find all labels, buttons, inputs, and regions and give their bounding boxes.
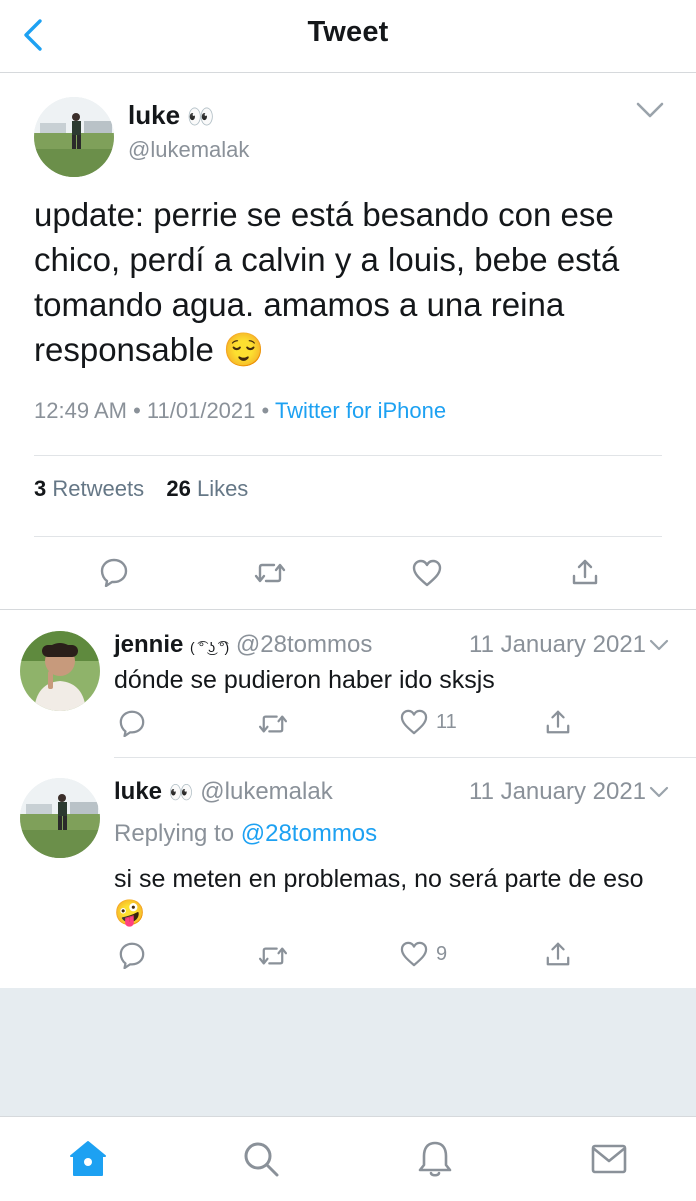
reply-date: 11 January 2021	[469, 778, 647, 805]
divider	[0, 609, 696, 610]
replying-to: Replying to @28tommos	[114, 820, 377, 848]
replying-to-link[interactable]: @28tommos	[241, 820, 377, 847]
reply-icon[interactable]	[118, 941, 146, 969]
like-count: 11	[436, 710, 457, 733]
messages-icon[interactable]	[587, 1137, 631, 1181]
reply-author-handle[interactable]: @lukemalak	[200, 778, 332, 805]
chevron-down-icon[interactable]	[649, 639, 669, 651]
tweet-date: 11/01/2021	[146, 398, 256, 423]
reply-icon[interactable]	[99, 557, 129, 587]
search-icon[interactable]	[239, 1137, 283, 1181]
share-icon[interactable]	[545, 941, 571, 967]
chevron-down-icon[interactable]	[649, 786, 669, 798]
retweet-icon[interactable]	[258, 712, 288, 736]
reply-author-name[interactable]: luke	[114, 778, 162, 805]
avatar[interactable]	[20, 778, 100, 858]
divider	[34, 536, 662, 537]
home-icon[interactable]	[66, 1137, 110, 1181]
author-name[interactable]: luke	[128, 100, 180, 130]
like-count: 9	[436, 942, 448, 965]
author-name-line: luke 👀	[128, 100, 215, 131]
author-handle[interactable]: @lukemalak	[128, 137, 249, 163]
empty-background	[0, 988, 696, 1116]
bottom-tab-bar	[0, 1116, 696, 1201]
like-icon[interactable]	[400, 941, 428, 967]
reply-author-handle[interactable]: @28tommos	[236, 631, 372, 658]
reply-date: 11 January 2021	[469, 631, 647, 658]
lenny-face-emoji: ( ͡° ͜ʖ ͡°)	[190, 639, 230, 655]
reply-author-name[interactable]: jennie	[114, 631, 183, 658]
reply-text: si se meten en problemas, no será parte …	[114, 865, 644, 927]
like-icon[interactable]	[400, 709, 428, 735]
like-icon[interactable]	[412, 559, 442, 587]
like-action[interactable]: 9	[400, 941, 447, 967]
likes-stat[interactable]: 26 Likes	[166, 476, 248, 501]
page-title: Tweet	[307, 16, 389, 48]
avatar[interactable]	[20, 631, 100, 711]
like-action[interactable]: 11	[400, 709, 457, 735]
meta-separator: •	[133, 398, 147, 423]
eyes-emoji: 👀	[187, 104, 215, 129]
reply-header: jennie ( ͡° ͜ʖ ͡°) @28tommos	[114, 631, 372, 659]
tweet-meta: 12:49 AM • 11/01/2021 • Twitter for iPho…	[34, 398, 446, 424]
divider	[34, 455, 662, 456]
tweet-text: update: perrie se está besando con ese c…	[34, 196, 620, 368]
eyes-emoji: 👀	[168, 782, 194, 804]
avatar[interactable]	[34, 97, 114, 177]
divider	[114, 757, 696, 758]
share-icon[interactable]	[571, 558, 599, 586]
top-bar: Tweet	[0, 0, 696, 73]
retweet-icon[interactable]	[254, 560, 286, 586]
notifications-icon[interactable]	[413, 1137, 457, 1181]
tweet-stats: 3 Retweets 26 Likes	[34, 476, 248, 502]
chevron-down-icon[interactable]	[636, 102, 664, 120]
replying-label: Replying to	[114, 820, 235, 847]
share-icon[interactable]	[545, 709, 571, 735]
meta-separator: •	[261, 398, 275, 423]
retweets-stat[interactable]: 3 Retweets	[34, 476, 144, 501]
reply-text: dónde se pudieron haber ido sksjs	[114, 666, 495, 694]
tweet-source-link[interactable]: Twitter for iPhone	[275, 398, 446, 423]
retweet-icon[interactable]	[258, 944, 288, 968]
reply-header: luke 👀 @lukemalak	[114, 778, 333, 806]
reply-icon[interactable]	[118, 709, 146, 737]
tweet-time: 12:49 AM	[34, 398, 127, 423]
